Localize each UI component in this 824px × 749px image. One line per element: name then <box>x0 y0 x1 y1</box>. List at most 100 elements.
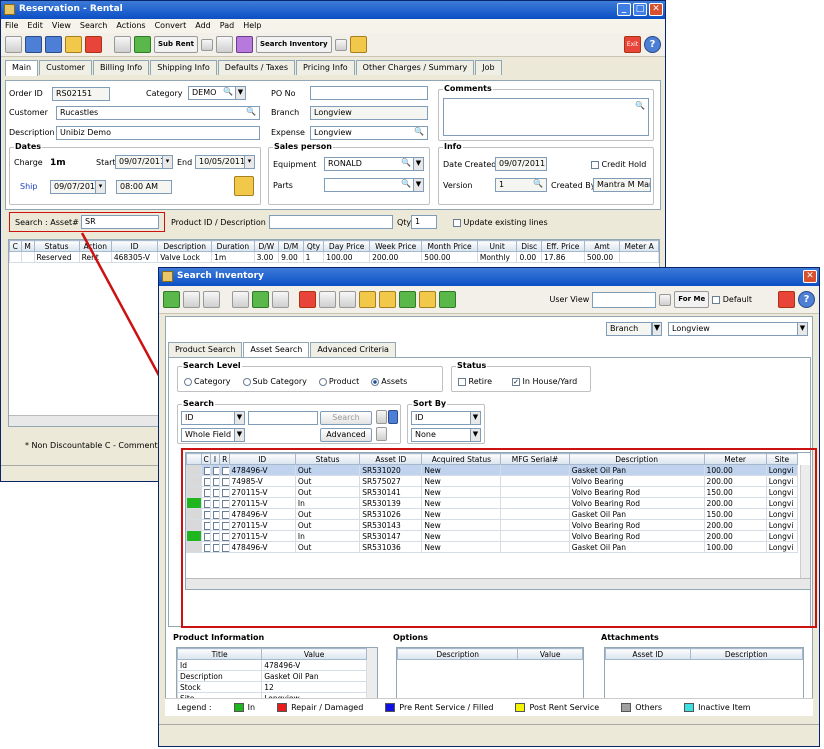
tab-customer[interactable]: Customer <box>39 60 92 75</box>
sort1-select[interactable]: ID ▼ <box>411 411 481 425</box>
wo-icon[interactable] <box>203 291 220 308</box>
new-icon[interactable] <box>5 36 22 53</box>
expense-field[interactable]: Longview 🔍 <box>310 126 428 140</box>
table-row[interactable]: 478496-V Out SR531026 New Gasket Oil Pan 150.… <box>186 508 799 520</box>
table-row[interactable]: 270115-V Out SR530143 New Volvo Bearing Rod 2… <box>186 519 799 531</box>
arrow-icon[interactable] <box>388 410 398 424</box>
grid-header[interactable]: C <box>9 240 22 252</box>
menu-edit[interactable]: Edit <box>27 21 43 31</box>
equipment-select[interactable]: RONALD 🔍 ▼ <box>324 157 424 171</box>
row-flag-cell[interactable] <box>219 519 230 531</box>
row-flag-cell[interactable] <box>200 475 211 487</box>
po-field[interactable] <box>310 86 428 100</box>
row-checkbox[interactable] <box>212 477 219 486</box>
results-header[interactable]: Acquired Status <box>421 453 502 465</box>
grid-header[interactable]: Meter A <box>619 240 659 252</box>
grid-header[interactable]: D/W <box>253 240 280 252</box>
results-header[interactable]: Description <box>568 453 705 465</box>
row-checkbox[interactable] <box>203 488 210 497</box>
grid-header[interactable]: D/M <box>278 240 304 252</box>
level-radio-sub-category[interactable]: Sub Category <box>242 377 307 386</box>
pi-vscrollbar[interactable] <box>367 648 377 704</box>
row-checkbox[interactable] <box>222 543 228 552</box>
row-flag-cell[interactable] <box>200 519 211 531</box>
exit-icon[interactable] <box>778 291 795 308</box>
row-flag-cell[interactable] <box>219 530 230 542</box>
grid-header[interactable]: Eff. Price <box>540 240 585 252</box>
row-checkbox[interactable] <box>203 543 210 552</box>
row-checkbox[interactable] <box>222 477 228 486</box>
row-checkbox[interactable] <box>222 510 228 519</box>
grid-header[interactable]: ID <box>110 240 159 252</box>
results-vscrollbar[interactable] <box>800 465 810 578</box>
results-hscrollbar[interactable] <box>186 578 810 589</box>
row-checkbox[interactable] <box>212 510 219 519</box>
parts-select[interactable]: 🔍 ▼ <box>324 178 424 192</box>
search-button[interactable]: Search <box>320 411 372 425</box>
results-header[interactable]: I <box>209 453 221 465</box>
grid-header[interactable]: Amt <box>583 240 621 252</box>
credit-hold-checkbox[interactable]: Credit Hold <box>591 160 646 169</box>
grid-header[interactable]: M <box>20 240 35 252</box>
menu-file[interactable]: File <box>5 21 18 31</box>
grid-header[interactable]: Description <box>157 240 213 252</box>
row-checkbox[interactable] <box>222 532 228 541</box>
row-checkbox[interactable] <box>203 521 210 530</box>
table-row[interactable]: 74985-V Out SR575027 New Volvo Bearing 200.00… <box>186 475 799 487</box>
branch-field[interactable]: Longview <box>310 106 428 120</box>
tag-icon[interactable] <box>399 291 416 308</box>
results-header[interactable]: R <box>219 453 230 465</box>
row-checkbox[interactable] <box>203 466 210 475</box>
dropdown-icon[interactable] <box>200 38 213 51</box>
close-button[interactable]: ✕ <box>803 270 817 283</box>
row-flag-cell[interactable] <box>200 530 211 542</box>
dropdown-icon[interactable] <box>659 293 672 306</box>
row-checkbox[interactable] <box>222 466 228 475</box>
product-desc-input[interactable] <box>269 215 393 229</box>
results-header[interactable]: ID <box>228 453 296 465</box>
row-checkbox[interactable] <box>212 543 219 552</box>
branch-dropdown[interactable]: ▼ <box>652 322 662 336</box>
edit-icon[interactable] <box>65 36 82 53</box>
row-checkbox[interactable] <box>212 532 219 541</box>
in-house-checkbox[interactable]: ✓ In House/Yard <box>512 377 577 386</box>
help-icon[interactable]: ? <box>644 36 661 53</box>
row-flag-cell[interactable] <box>219 475 230 487</box>
retire-checkbox[interactable]: Retire <box>458 377 492 386</box>
row-checkbox[interactable] <box>212 521 219 530</box>
grid-header[interactable]: Action <box>78 240 112 252</box>
for-me-button[interactable]: For Me <box>674 291 710 308</box>
copy-icon[interactable] <box>232 291 249 308</box>
row-flag-cell[interactable] <box>219 464 230 476</box>
row-flag-cell[interactable] <box>209 486 221 498</box>
wo-icon[interactable] <box>215 36 233 53</box>
truck-icon[interactable] <box>252 291 269 308</box>
default-checkbox[interactable]: Default <box>712 295 752 304</box>
row-checkbox[interactable] <box>203 532 210 541</box>
table-icon[interactable] <box>319 291 336 308</box>
row-flag-cell[interactable] <box>209 541 221 553</box>
check-icon[interactable] <box>163 291 180 308</box>
row-checkbox[interactable] <box>222 521 228 530</box>
qty-input[interactable]: 1 <box>411 215 437 229</box>
results-header[interactable]: Meter <box>703 453 767 465</box>
tab-main[interactable]: Main <box>5 60 39 76</box>
menu-convert[interactable]: Convert <box>155 21 187 31</box>
grid-header[interactable]: Status <box>33 240 80 252</box>
level-radio-product[interactable]: Product <box>318 377 359 386</box>
row-flag-cell[interactable] <box>200 497 211 509</box>
start-date-field[interactable]: 09/07/2011 ▾ <box>115 155 173 169</box>
row-flag-cell[interactable] <box>209 475 221 487</box>
truck-icon[interactable] <box>134 36 151 53</box>
results-header[interactable]: C <box>200 453 211 465</box>
user-view-select[interactable] <box>592 291 657 308</box>
match-select[interactable]: Whole Field ▼ <box>181 428 245 442</box>
results-header[interactable]: MFG Serial# <box>500 453 570 465</box>
filter-icon[interactable] <box>376 427 387 441</box>
minimize-button[interactable]: _ <box>617 3 631 16</box>
search-field-select[interactable]: ID ▼ <box>181 411 245 425</box>
binoculars-icon[interactable] <box>272 291 289 308</box>
save-icon[interactable] <box>45 36 62 53</box>
category-select[interactable]: DEMO 🔍 ▼ <box>188 86 246 100</box>
delete-icon[interactable] <box>85 36 102 53</box>
